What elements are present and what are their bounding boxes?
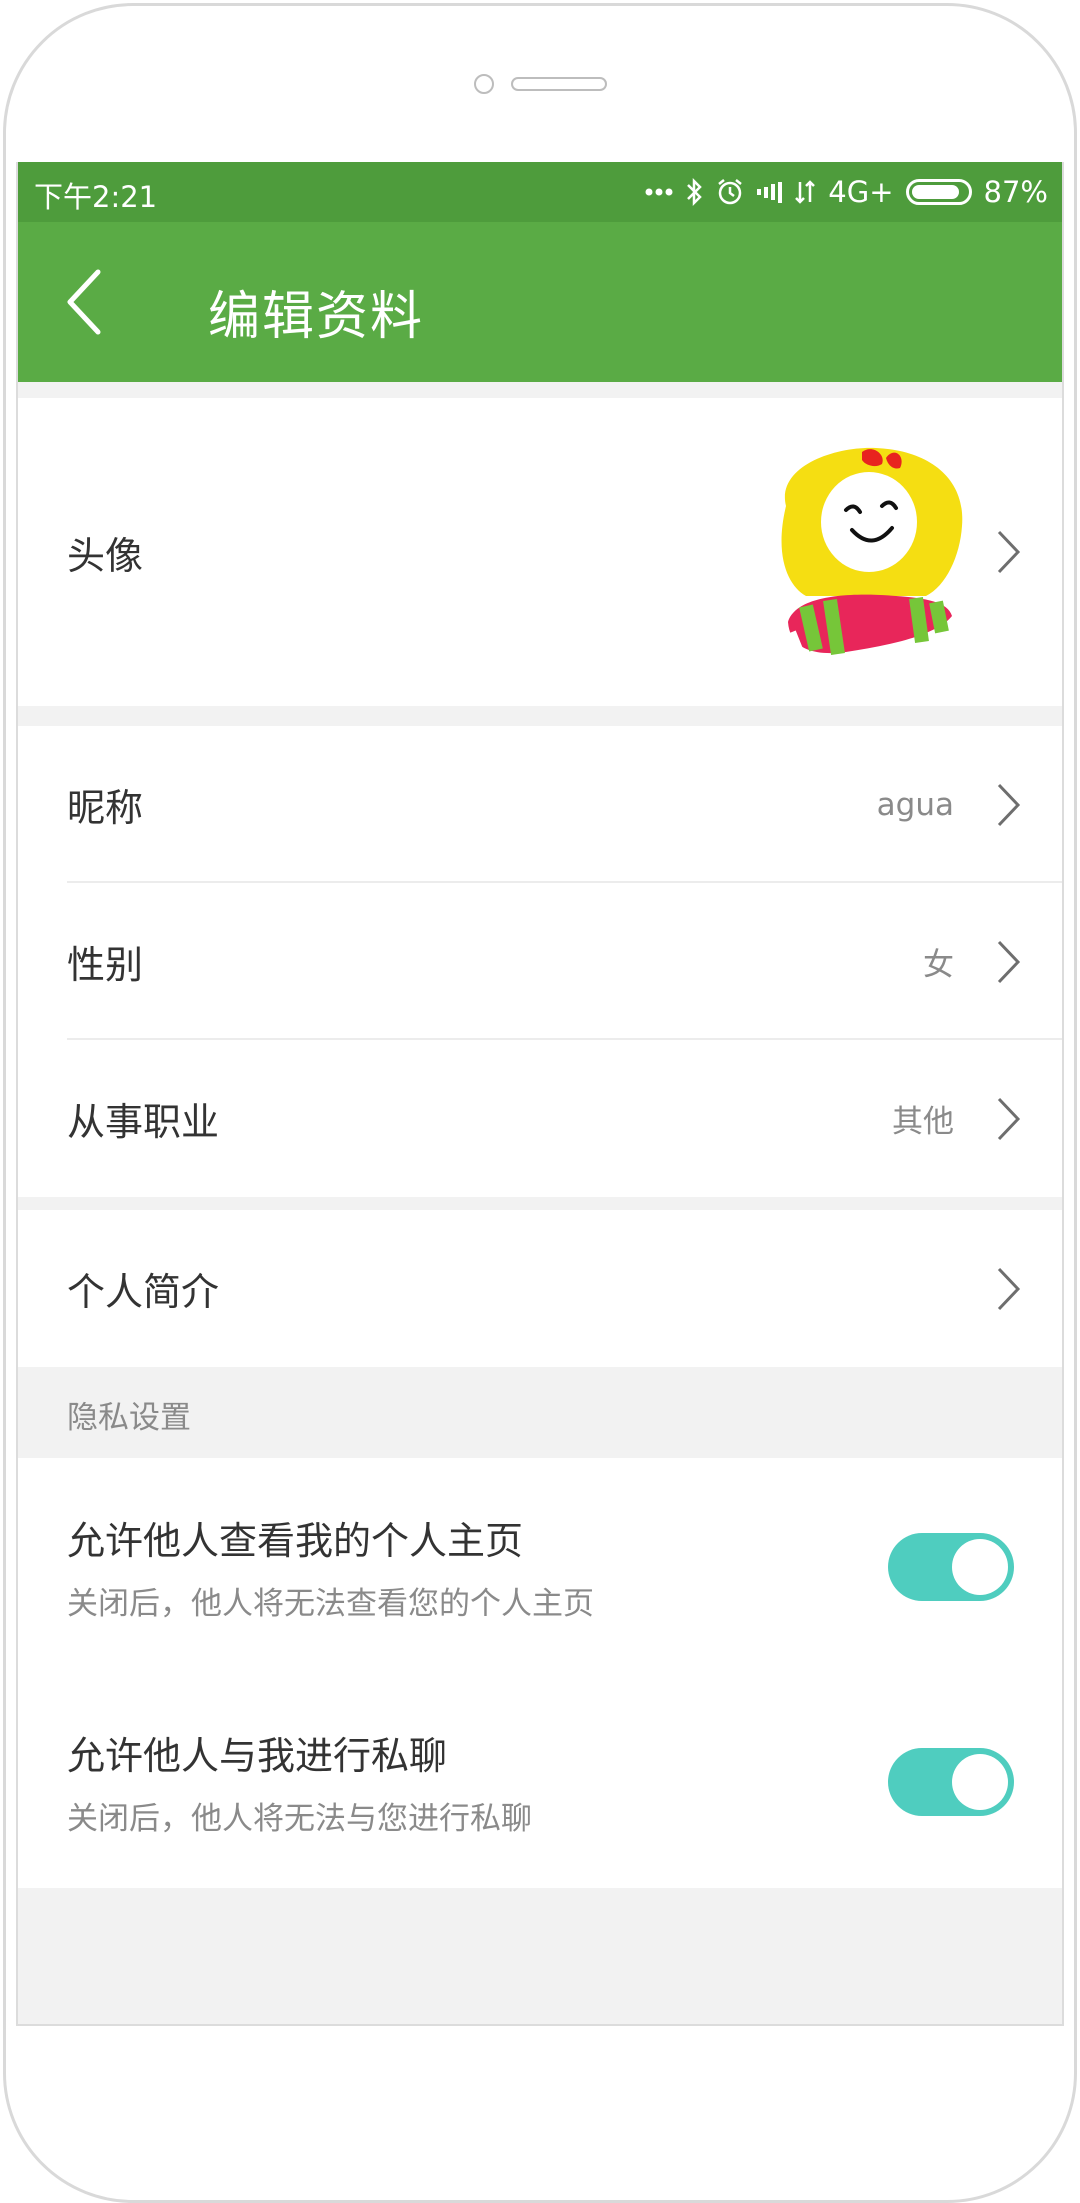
row-value: 女 (923, 947, 954, 983)
front-sensor (474, 74, 494, 94)
status-time: 下午2:21 (34, 180, 158, 214)
avatar-row[interactable]: 头像 (18, 398, 1062, 706)
row-label: 从事职业 (67, 1100, 220, 1144)
alarm-icon (715, 177, 745, 207)
battery-icon (905, 179, 972, 205)
back-button[interactable] (58, 262, 118, 342)
privacy-settings-section: 允许他人查看我的个人主页 关闭后，他人将无法查看您的个人主页 允许他人与我进行私… (18, 1458, 1062, 1888)
privacy-section-header: 隐私设置 (18, 1368, 1062, 1458)
private-chat-toggle[interactable] (888, 1748, 1014, 1816)
battery-level (911, 185, 959, 199)
chevron-right-icon (997, 530, 1021, 574)
privacy-setting-profile-visibility: 允许他人查看我的个人主页 关闭后，他人将无法查看您的个人主页 (18, 1458, 1062, 1673)
row-value: agua (876, 786, 954, 823)
profile-visibility-toggle[interactable] (888, 1533, 1014, 1601)
chevron-left-icon (67, 269, 101, 335)
setting-subtitle: 关闭后，他人将无法与您进行私聊 (67, 1801, 532, 1837)
network-type: 4G+ (828, 175, 894, 209)
toggle-knob (952, 1539, 1008, 1595)
row-value: 其他 (892, 1104, 954, 1140)
bio-section: 个人简介 (18, 1210, 1062, 1367)
signal-icon (757, 180, 783, 204)
profile-info-section: 昵称 agua 性别 女 从事职业 其他 (18, 726, 1062, 1197)
status-bar: 下午2:21 4G+ 87% (18, 162, 1062, 222)
profile-row-gender[interactable]: 性别 女 (18, 883, 1062, 1040)
battery-percent: 87% (983, 175, 1048, 209)
row-label: 性别 (67, 943, 144, 987)
setting-title: 允许他人与我进行私聊 (67, 1734, 448, 1778)
bio-label: 个人简介 (67, 1270, 220, 1314)
setting-title: 允许他人查看我的个人主页 (67, 1519, 524, 1563)
setting-subtitle: 关闭后，他人将无法查看您的个人主页 (67, 1586, 594, 1622)
bluetooth-icon (685, 177, 703, 207)
earpiece-speaker (511, 77, 607, 91)
toggle-knob (952, 1754, 1008, 1810)
more-dots-icon (645, 187, 673, 197)
profile-row-occupation[interactable]: 从事职业 其他 (18, 1040, 1062, 1197)
chevron-right-icon (997, 783, 1021, 826)
screen: 下午2:21 4G+ 87% 编辑资料 头像 昵称 agua 性别 女 从事职业… (16, 162, 1064, 2026)
profile-row-nickname[interactable]: 昵称 agua (18, 726, 1062, 883)
row-label: 昵称 (67, 786, 144, 830)
phone-frame: 下午2:21 4G+ 87% 编辑资料 头像 昵称 agua 性别 女 从事职业… (0, 0, 1080, 2203)
avatar-label: 头像 (67, 533, 144, 578)
avatar[interactable] (766, 446, 966, 662)
profile-row-bio[interactable]: 个人简介 (18, 1210, 1062, 1367)
data-transfer-icon (794, 178, 816, 206)
avatar-section: 头像 (18, 398, 1062, 706)
app-bar: 编辑资料 (18, 222, 1062, 382)
status-icons: 4G+ 87% (645, 170, 1048, 214)
chevron-right-icon (997, 1267, 1021, 1310)
chevron-right-icon (997, 1097, 1021, 1140)
page-title: 编辑资料 (208, 287, 425, 347)
privacy-setting-private-chat: 允许他人与我进行私聊 关闭后，他人将无法与您进行私聊 (18, 1673, 1062, 1888)
chevron-right-icon (997, 940, 1021, 983)
privacy-header-text: 隐私设置 (67, 1400, 191, 1436)
